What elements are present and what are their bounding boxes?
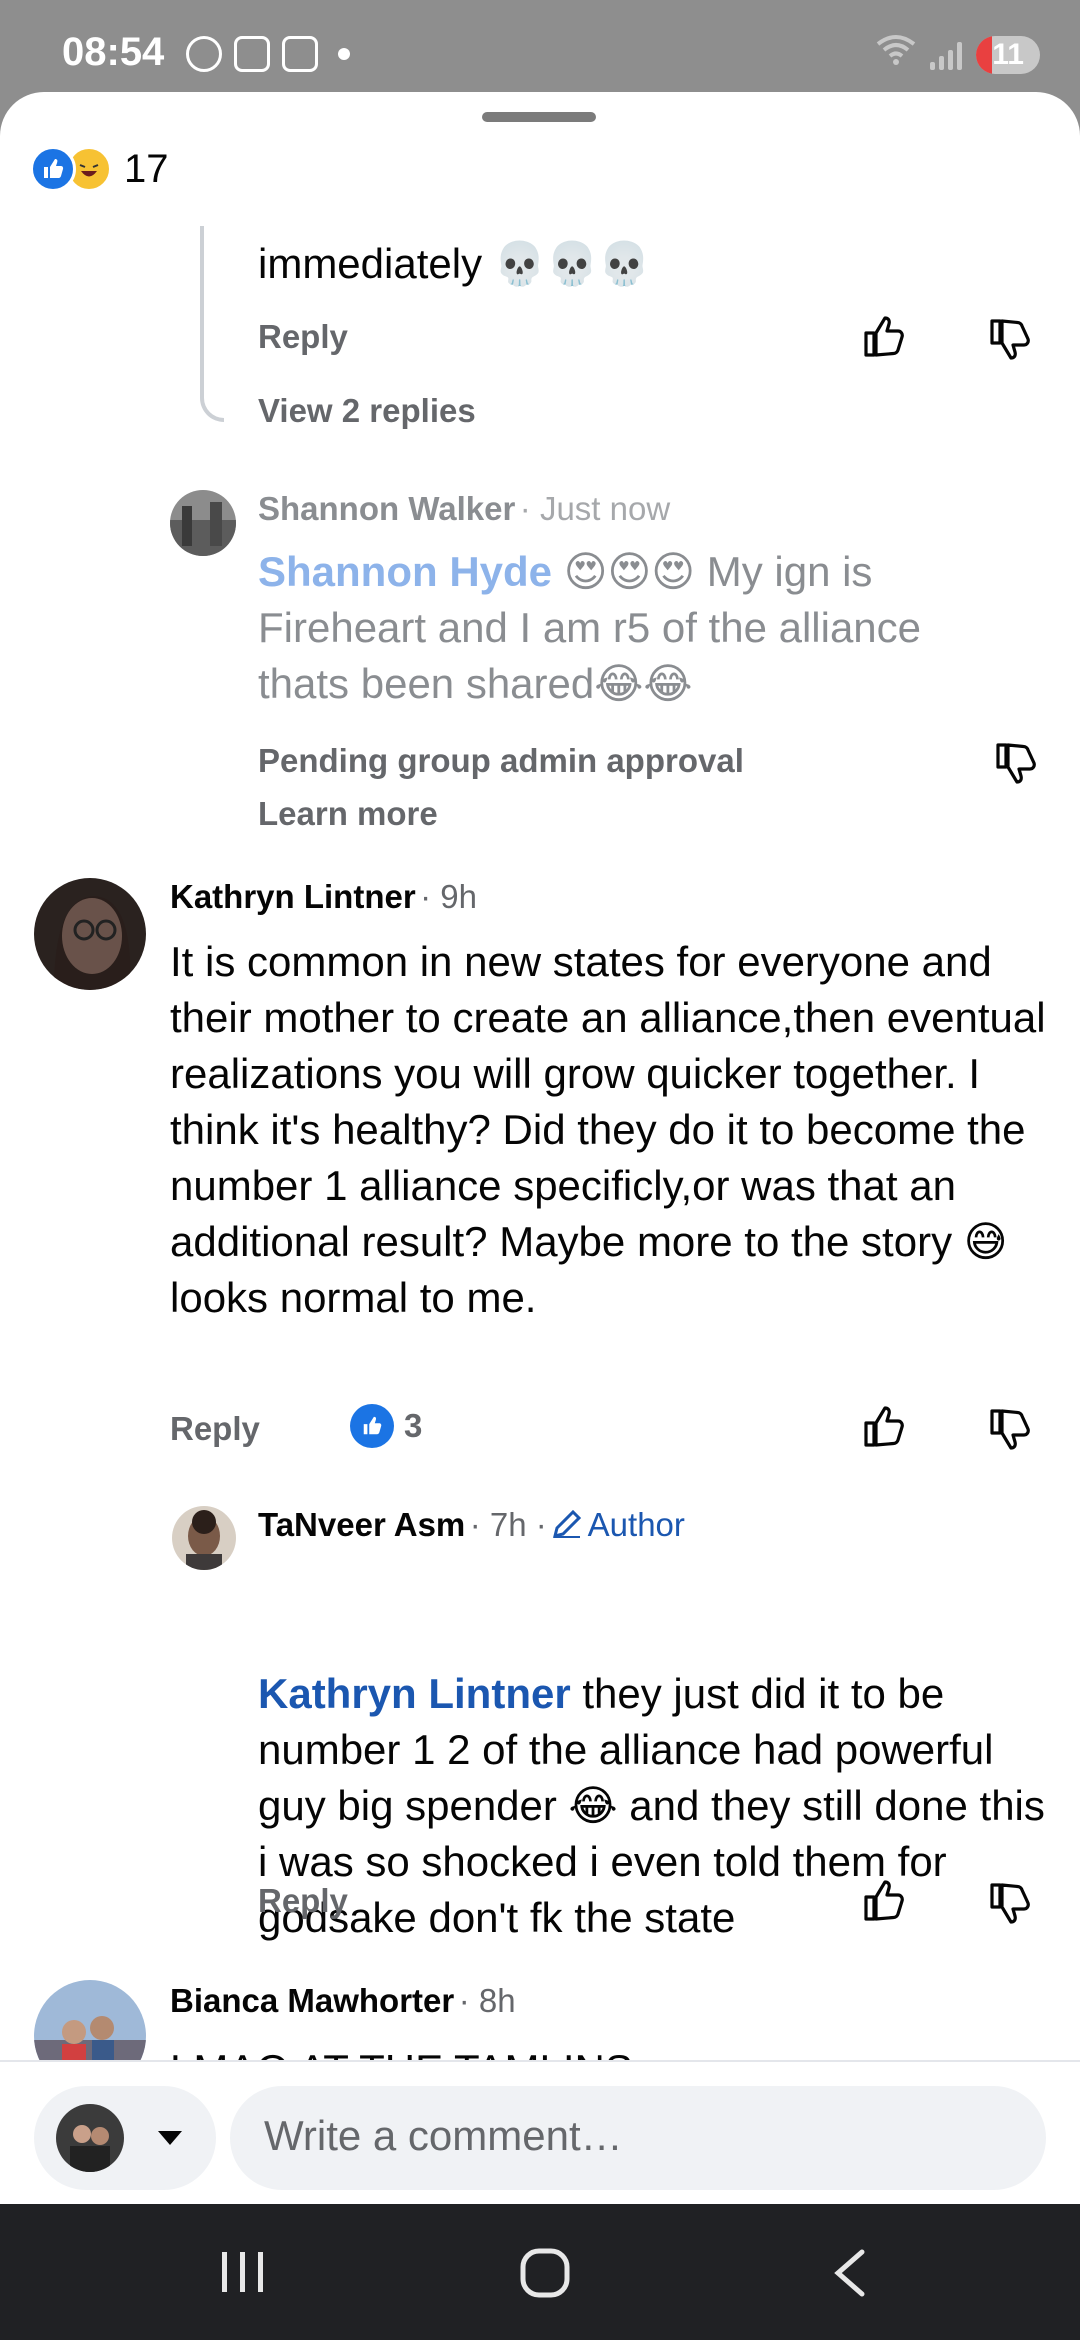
comment-time: · 9h — [420, 878, 478, 915]
reactions-summary[interactable]: 17 — [30, 146, 169, 192]
like-icon[interactable] — [862, 1878, 908, 1922]
status-left-icons — [186, 36, 350, 72]
dislike-icon[interactable] — [994, 742, 1040, 786]
system-nav-bar — [0, 2204, 1080, 2340]
status-time: 08:54 — [62, 30, 165, 74]
comment-like-count: 3 — [404, 1407, 423, 1444]
profile-switcher[interactable] — [34, 2086, 216, 2190]
avatar[interactable] — [172, 1506, 236, 1570]
comment-text: Shannon Hyde 😍😍😍 My ign is Fireheart and… — [258, 548, 922, 707]
pending-approval-label: Pending group admin approval — [258, 742, 744, 779]
mention-link[interactable]: Shannon Hyde — [258, 548, 552, 595]
comment-header: Kathryn Lintner · 9h — [170, 878, 477, 916]
comment-composer: Write a comment… — [0, 2060, 1080, 2204]
learn-more-link[interactable]: Learn more — [258, 795, 438, 833]
signal-icon — [930, 40, 963, 70]
screenshot-icon — [282, 36, 318, 72]
view-replies-link[interactable]: View 2 replies — [258, 392, 476, 430]
reply-button[interactable]: Reply — [170, 1410, 260, 1448]
wifi-icon — [876, 34, 916, 75]
chevron-down-icon — [156, 2128, 184, 2153]
comment-author[interactable]: Shannon Walker — [258, 490, 515, 527]
comment-author[interactable]: Bianca Mawhorter — [170, 1982, 454, 2019]
comment-text: LMAO AT THE TAMLINS — [170, 2042, 1050, 2060]
thread-connector — [200, 226, 224, 422]
comment-header: TaNveer Asm · 7h · Author — [258, 1506, 685, 1545]
dot-icon — [338, 48, 350, 60]
comment-input[interactable]: Write a comment… — [230, 2086, 1046, 2190]
reply-button[interactable]: Reply — [258, 1882, 348, 1920]
like-icon[interactable] — [862, 1404, 908, 1448]
comment-time: · 8h — [458, 1982, 516, 2019]
comment-author[interactable]: Kathryn Lintner — [170, 878, 416, 915]
comment-like-badge[interactable]: 3 — [350, 1404, 422, 1448]
image-icon — [234, 36, 270, 72]
pencil-icon — [551, 1508, 583, 1545]
like-icon — [30, 146, 76, 192]
home-icon[interactable] — [520, 2248, 570, 2303]
dislike-icon[interactable] — [988, 1408, 1034, 1452]
comment-text: Kathryn Lintner they just did it to be n… — [258, 1670, 1045, 1941]
avatar[interactable] — [34, 878, 146, 990]
avatar — [56, 2104, 124, 2172]
recent-apps-icon[interactable] — [218, 2250, 268, 2299]
comment-time: · 7h · — [469, 1506, 547, 1543]
comment-header: Shannon Walker · Just now — [258, 490, 670, 528]
s-icon — [186, 36, 222, 72]
mention-link[interactable]: Kathryn Lintner — [258, 1670, 571, 1717]
comment-header: Bianca Mawhorter · 8h — [170, 1982, 516, 2020]
comments-sheet: 17 immediately 💀💀💀 Reply View 2 replies … — [0, 92, 1080, 2204]
like-icon[interactable] — [862, 314, 908, 358]
dislike-icon[interactable] — [988, 318, 1034, 362]
comment-text: immediately 💀💀💀 — [258, 240, 651, 287]
comment-text-clip: LMAO AT THE TAMLINS — [170, 2042, 1050, 2060]
comment-author[interactable]: TaNveer Asm — [258, 1506, 465, 1543]
sheet-drag-handle[interactable] — [482, 112, 596, 122]
comment-text: It is common in new states for everyone … — [170, 938, 1046, 1321]
status-right-icons: 11 — [876, 34, 1040, 75]
reaction-count: 17 — [124, 146, 169, 191]
author-badge: Author — [587, 1506, 685, 1543]
avatar[interactable] — [170, 490, 236, 556]
comment-time: · Just now — [519, 490, 671, 527]
battery-indicator: 11 — [976, 35, 1040, 74]
dislike-icon[interactable] — [988, 1882, 1034, 1926]
like-icon — [350, 1404, 394, 1448]
reply-button[interactable]: Reply — [258, 318, 348, 356]
back-icon[interactable] — [830, 2248, 870, 2303]
